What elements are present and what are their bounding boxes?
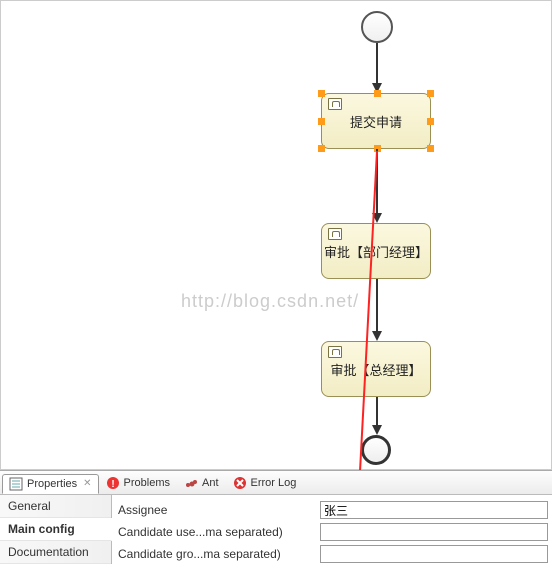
problems-icon: ! [106, 476, 120, 490]
watermark-text: http://blog.csdn.net/ [181, 291, 359, 312]
tab-problems[interactable]: ! Problems [99, 473, 177, 493]
user-task-general-manager[interactable]: 审批【总经理】 [321, 341, 431, 397]
resize-handle[interactable] [318, 145, 325, 152]
assignee-row: Assignee [116, 499, 548, 521]
view-tabs: Properties ✕ ! Problems Ant Error Log [0, 471, 552, 495]
candidate-users-label: Candidate use...ma separated) [116, 525, 320, 539]
user-task-dept-manager[interactable]: 审批【部门经理】 [321, 223, 431, 279]
diagram-canvas[interactable]: 提交申请 审批【部门经理】 审批【总经理】 http://blog.csdn.n… [0, 0, 552, 470]
tab-label: Error Log [251, 477, 297, 489]
resize-handle[interactable] [427, 90, 434, 97]
task-label: 审批【部门经理】 [324, 242, 428, 261]
properties-panel: Properties ✕ ! Problems Ant Error Log Ge… [0, 470, 552, 563]
tab-properties[interactable]: Properties ✕ [2, 474, 99, 494]
side-tab-label: Documentation [8, 545, 89, 559]
end-event-node[interactable] [361, 435, 391, 465]
tab-label: Problems [124, 477, 170, 489]
tab-label: Ant [202, 477, 219, 489]
form-area: Assignee Candidate use...ma separated) C… [112, 495, 552, 564]
task-label: 审批【总经理】 [330, 360, 421, 379]
user-icon [328, 228, 342, 240]
resize-handle[interactable] [427, 118, 434, 125]
close-icon[interactable]: ✕ [83, 478, 91, 489]
side-tab-general[interactable]: General [0, 495, 111, 518]
user-task-submit[interactable]: 提交申请 [321, 93, 431, 149]
property-categories: General Main config Documentation [0, 495, 112, 564]
error-log-icon [233, 476, 247, 490]
tab-label: Properties [27, 478, 77, 490]
svg-text:!: ! [111, 479, 114, 490]
resize-handle[interactable] [374, 90, 381, 97]
panel-body: General Main config Documentation Assign… [0, 495, 552, 564]
candidate-groups-row: Candidate gro...ma separated) [116, 543, 548, 565]
user-icon [328, 346, 342, 358]
candidate-users-input[interactable] [320, 523, 548, 541]
annotation-arrow [1, 1, 552, 521]
side-tab-label: General [8, 499, 51, 513]
assignee-input[interactable] [320, 501, 548, 519]
candidate-groups-label: Candidate gro...ma separated) [116, 547, 320, 561]
assignee-label: Assignee [116, 503, 320, 517]
side-tab-main-config[interactable]: Main config [0, 518, 112, 541]
resize-handle[interactable] [318, 118, 325, 125]
resize-handle[interactable] [318, 90, 325, 97]
tab-error-log[interactable]: Error Log [226, 473, 304, 493]
ant-icon [184, 476, 198, 490]
start-event-node[interactable] [361, 11, 393, 43]
tab-ant[interactable]: Ant [177, 473, 226, 493]
candidate-users-row: Candidate use...ma separated) [116, 521, 548, 543]
side-tab-label: Main config [8, 522, 75, 536]
candidate-groups-input[interactable] [320, 545, 548, 563]
task-label: 提交申请 [350, 112, 402, 131]
side-tab-documentation[interactable]: Documentation [0, 541, 111, 564]
resize-handle[interactable] [427, 145, 434, 152]
user-icon [328, 98, 342, 110]
properties-icon [9, 477, 23, 491]
